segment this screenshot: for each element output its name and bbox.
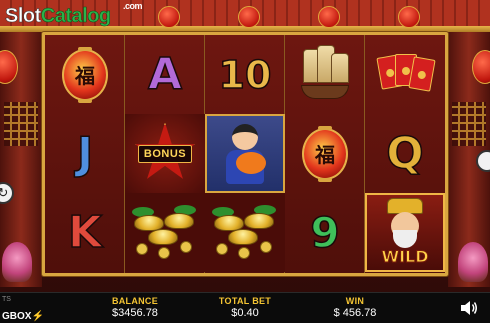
lantern-icon: 福 xyxy=(302,125,348,182)
balance-display: BALANCE $3456.78 xyxy=(98,296,172,319)
symbol-junk-ship xyxy=(285,35,365,114)
reel-frame: 福 J K A BONUS 10 福 9 Q WILD xyxy=(42,32,448,276)
win-label: WIN xyxy=(345,296,365,306)
total-bet-display: TOTAL BET $0.40 xyxy=(210,296,280,319)
gold-ingot-icon xyxy=(130,203,200,263)
reel-1: 福 J K xyxy=(45,35,125,273)
brand-caption: TS xyxy=(2,296,11,303)
lattice-window xyxy=(452,102,486,146)
reel-4: 福 9 xyxy=(285,35,365,273)
lattice-window xyxy=(4,102,38,146)
symbol-q: Q xyxy=(386,127,425,180)
junk-ship-icon xyxy=(295,44,355,105)
lantern-icon xyxy=(158,6,180,28)
symbol-10: 10 xyxy=(218,52,272,98)
symbol-a: A xyxy=(147,48,183,101)
win-display: WIN $ 456.78 xyxy=(318,296,392,319)
symbol-bonus: BONUS xyxy=(125,114,205,193)
blossom-plant xyxy=(2,242,32,282)
slotcatalog-watermark: SlotCatalog .com xyxy=(5,1,143,27)
lantern-icon: 福 xyxy=(62,46,108,103)
lantern-icon xyxy=(398,6,420,28)
menu-circle-icon[interactable] xyxy=(476,150,490,172)
lantern-icon xyxy=(318,6,340,28)
blossom-plant xyxy=(458,242,488,282)
win-value: $ 456.78 xyxy=(333,307,377,319)
balance-value: $3456.78 xyxy=(112,307,158,319)
balance-label: BALANCE xyxy=(111,296,159,306)
provider-logo: GBOX⚡ xyxy=(2,311,44,322)
lantern-icon xyxy=(472,50,490,84)
symbol-gold-ingots xyxy=(205,193,285,272)
bottom-bar: TS GBOX⚡ BALANCE $3456.78 TOTAL BET $0.4… xyxy=(0,292,490,323)
reel-2: A BONUS xyxy=(125,35,205,273)
left-pillar: ↻ xyxy=(0,32,42,287)
gold-ingot-icon xyxy=(210,203,280,263)
symbol-lantern: 福 xyxy=(285,114,365,193)
reel-3: 10 xyxy=(205,35,285,273)
symbol-lantern: 福 xyxy=(45,35,125,114)
wild-god-of-wealth-icon: WILD xyxy=(375,197,435,268)
star-icon: BONUS xyxy=(134,122,196,185)
refresh-icon[interactable]: ↻ xyxy=(0,182,14,204)
reel-5: Q WILD xyxy=(365,35,445,273)
game-scene: SlotCatalog .com ↻ 福 J K A BONUS 10 福 9 … xyxy=(0,0,490,323)
speaker-icon[interactable] xyxy=(460,300,478,316)
total-bet-label: TOTAL BET xyxy=(218,296,272,306)
symbol-j: J xyxy=(76,127,94,180)
symbol-wild: WILD xyxy=(365,193,445,272)
lantern-icon xyxy=(238,6,260,28)
girl-with-koi-icon xyxy=(218,122,272,186)
symbol-9: 9 xyxy=(310,207,341,258)
red-envelope-icon xyxy=(375,50,436,100)
symbol-gold-ingots xyxy=(125,193,205,272)
right-pillar xyxy=(448,32,490,287)
lantern-icon xyxy=(0,50,18,84)
total-bet-value: $0.40 xyxy=(231,307,259,319)
symbol-red-envelopes xyxy=(365,35,445,114)
symbol-k: K xyxy=(67,206,103,259)
symbol-girl-with-fish xyxy=(205,114,285,193)
